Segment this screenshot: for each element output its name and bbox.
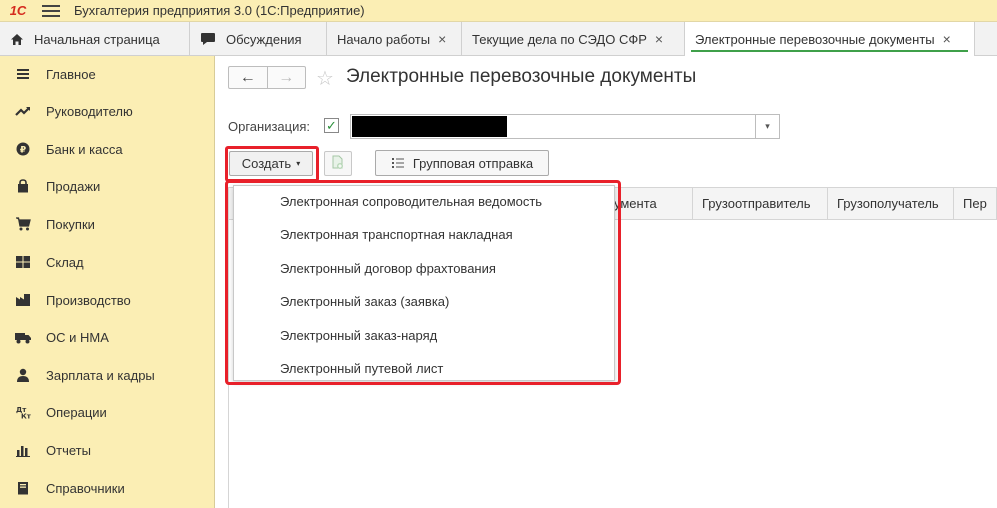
bar-chart-icon [0, 444, 46, 457]
ruble-coin-icon: ₽ [0, 142, 46, 156]
sidebar-item-fixed-assets[interactable]: ОС и НМА [0, 319, 215, 355]
truck-icon [0, 331, 46, 344]
shopping-bag-icon [0, 179, 46, 193]
organization-checkbox[interactable]: ✓ [324, 118, 339, 133]
main-content: ← → ☆ Электронные перевозочные документы… [215, 56, 997, 508]
copy-document-button[interactable] [324, 151, 352, 176]
close-icon[interactable]: × [655, 31, 663, 47]
trend-up-icon [0, 105, 46, 117]
page-title: Электронные перевозочные документы [346, 66, 697, 87]
column-header-carrier[interactable]: Пер [953, 188, 996, 219]
sidebar-item-purchases[interactable]: Покупки [0, 206, 215, 242]
back-button[interactable]: ← [229, 67, 267, 88]
menu-lines-icon [0, 68, 46, 80]
cart-icon [0, 217, 46, 231]
forward-button[interactable]: → [266, 67, 306, 88]
tab-electronic-transport-docs[interactable]: Электронные перевозочные документы × [685, 22, 975, 56]
dt-kt-icon: Дт Кт [0, 405, 46, 419]
book-icon [0, 481, 46, 495]
factory-icon [0, 293, 46, 307]
home-icon [10, 33, 24, 46]
list-icon [391, 157, 405, 169]
history-nav: ← → [228, 66, 306, 89]
favorite-star-icon[interactable]: ☆ [316, 66, 334, 91]
sidebar-item-warehouse[interactable]: Склад [0, 244, 215, 280]
redacted-organization-name [352, 116, 507, 137]
tab-getting-started[interactable]: Начало работы × [327, 22, 462, 56]
dropdown-menu-highlight [225, 180, 621, 385]
sidebar-item-operations[interactable]: Дт Кт Операции [0, 394, 215, 430]
chat-icon [200, 32, 216, 46]
app-title: Бухгалтерия предприятия 3.0 (1С:Предприя… [74, 3, 365, 18]
main-menu-icon[interactable] [42, 4, 60, 17]
organization-label: Организация: [228, 119, 311, 134]
sidebar-item-bank[interactable]: ₽ Банк и касса [0, 131, 215, 167]
copy-doc-icon [331, 155, 345, 173]
tab-home[interactable]: Начальная страница [0, 22, 190, 56]
group-send-button[interactable]: Групповая отправка [375, 150, 549, 176]
column-header-consignee[interactable]: Грузополучатель [827, 188, 953, 219]
organization-field[interactable]: ▾ [350, 114, 780, 139]
close-icon[interactable]: × [438, 31, 446, 47]
close-icon[interactable]: × [943, 31, 951, 47]
sidebar-item-main[interactable]: Главное [0, 56, 215, 92]
title-bar: 1С Бухгалтерия предприятия 3.0 (1С:Предп… [0, 0, 997, 22]
sidebar-item-production[interactable]: Производство [0, 282, 215, 318]
sidebar-item-salary[interactable]: Зарплата и кадры [0, 357, 215, 393]
svg-text:Кт: Кт [21, 413, 31, 420]
sidebar-item-sales[interactable]: Продажи [0, 168, 215, 204]
sidebar-item-manager[interactable]: Руководителю [0, 93, 215, 129]
tabs-bar: Начальная страница Обсуждения Начало раб… [0, 22, 997, 56]
column-header-shipper[interactable]: Грузоотправитель [692, 188, 827, 219]
1c-logo[interactable]: 1С [0, 0, 36, 22]
warehouse-icon [0, 255, 46, 269]
sidebar: Главное Руководителю ₽ Банк и касса Прод… [0, 56, 215, 508]
create-button-highlight [225, 146, 319, 182]
dropdown-arrow-icon[interactable]: ▾ [755, 115, 779, 138]
tab-discussions[interactable]: Обсуждения [190, 22, 327, 56]
tab-current-tasks-sedo[interactable]: Текущие дела по СЭДО СФР × [462, 22, 685, 56]
person-icon [0, 368, 46, 382]
svg-text:₽: ₽ [20, 146, 26, 156]
sidebar-item-references[interactable]: Справочники [0, 470, 215, 506]
sidebar-item-reports[interactable]: Отчеты [0, 432, 215, 468]
